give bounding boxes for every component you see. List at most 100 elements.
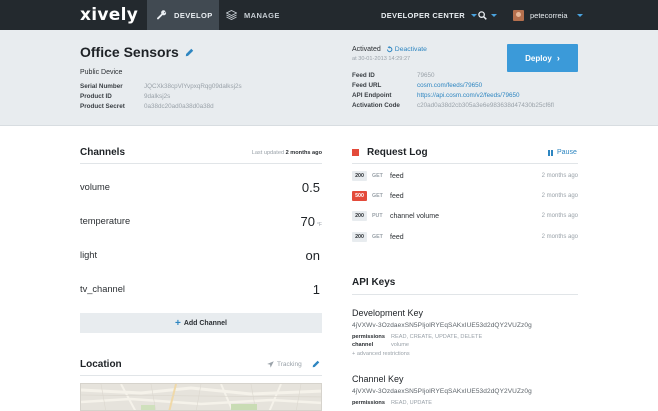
- request-method: GET: [372, 193, 383, 199]
- tab-develop[interactable]: DEVELOP: [147, 0, 219, 30]
- permissions-label: permissions: [352, 400, 385, 406]
- pencil-icon[interactable]: [312, 360, 320, 368]
- map-tiles: [81, 384, 321, 410]
- divider: [352, 294, 578, 295]
- pencil-icon[interactable]: [185, 48, 194, 57]
- add-channel-button[interactable]: + Add Channel: [80, 313, 322, 333]
- serial-number-value: JQCXk38cpVlYvpxqRqg09dalksj2s: [144, 83, 242, 90]
- add-channel-label: Add Channel: [183, 319, 227, 327]
- channel-row[interactable]: tv_channel 1: [80, 272, 322, 306]
- xively-logo[interactable]: xively: [80, 5, 138, 25]
- channel-value: on: [306, 248, 322, 263]
- product-secret-label: Product Secret: [80, 103, 125, 110]
- tracking-label: Tracking: [277, 361, 302, 368]
- username: petecorreia: [530, 10, 568, 20]
- divider: [80, 163, 322, 164]
- request-log-row[interactable]: 500 GET feed 2 months ago: [352, 186, 578, 206]
- chevron-down-icon: [491, 13, 497, 17]
- permissions-value: READ, UPDATE: [391, 400, 432, 406]
- tab-manage-label: MANAGE: [244, 10, 280, 20]
- request-time: 2 months ago: [541, 173, 578, 179]
- channel-value: 0.5: [302, 180, 322, 195]
- request-time: 2 months ago: [541, 234, 578, 240]
- channels-title: Channels: [80, 147, 126, 158]
- channel-name: light: [80, 250, 98, 260]
- request-time: 2 months ago: [541, 193, 578, 199]
- request-log-row[interactable]: 200 PUT channel volume 2 months ago: [352, 206, 578, 226]
- channel-value-number: 1: [312, 281, 320, 297]
- request-method: GET: [372, 173, 383, 179]
- chevron-down-icon: [576, 13, 583, 17]
- api-key-channel: channel volume: [352, 342, 409, 348]
- layers-icon: [226, 10, 237, 20]
- tracking-toggle[interactable]: Tracking: [267, 361, 302, 368]
- recording-indicator-icon: [352, 149, 359, 156]
- search-menu[interactable]: [478, 0, 497, 30]
- feed-id-value: 79650: [417, 72, 435, 79]
- request-time: 2 months ago: [541, 213, 578, 219]
- top-navigation-bar: xively DEVELOP MANAGE DEVELOPER CENTER p…: [0, 0, 658, 30]
- api-key-permissions: permissions READ, CREATE, UPDATE, DELETE: [352, 334, 482, 340]
- feed-url-link[interactable]: cosm.com/feeds/79650: [417, 82, 482, 89]
- request-resource: feed: [390, 192, 404, 200]
- channel-name: tv_channel: [80, 284, 125, 294]
- device-title-text: Office Sensors: [80, 44, 179, 60]
- activation-status: Activated Deactivate: [352, 46, 427, 53]
- request-log-row[interactable]: 200 GET feed 2 months ago: [352, 227, 578, 247]
- tab-develop-label: DEVELOP: [174, 10, 213, 20]
- product-id-value: 9dalksj2s: [144, 93, 171, 100]
- api-key-value[interactable]: 4jVXWv-3OzdaexSN5PIjolRYEqSAKxIUE53d2dQY…: [352, 322, 532, 329]
- channel-row[interactable]: light on: [80, 238, 322, 272]
- deploy-button[interactable]: Deploy ›: [507, 44, 578, 72]
- user-menu[interactable]: petecorreia: [513, 0, 583, 30]
- channel-value-number: on: [305, 247, 320, 263]
- channel-row[interactable]: volume 0.5: [80, 170, 322, 204]
- permissions-label: permissions: [352, 334, 385, 340]
- request-log-row[interactable]: 200 GET feed 2 months ago: [352, 166, 578, 186]
- pause-icon: [548, 149, 554, 156]
- developer-center-label: DEVELOPER CENTER: [381, 10, 465, 20]
- pause-button[interactable]: Pause: [548, 149, 577, 156]
- api-key-name: Channel Key: [352, 374, 404, 384]
- activation-status-text: Activated: [352, 46, 381, 53]
- avatar: [513, 9, 524, 21]
- developer-center-menu[interactable]: DEVELOPER CENTER: [381, 0, 477, 30]
- channel-name: temperature: [80, 216, 131, 226]
- api-endpoint-link[interactable]: https://api.cosm.com/v2/feeds/79650: [417, 92, 520, 99]
- advanced-restrictions-link[interactable]: + advanced restrictions: [352, 351, 410, 357]
- product-id-label: Product ID: [80, 93, 112, 100]
- activation-code-value: c20ad0a38d2cb305a3e6e983638d47430b25cf6f…: [417, 102, 554, 109]
- location-title: Location: [80, 359, 122, 370]
- request-log-title: Request Log: [352, 147, 428, 158]
- activation-code-label: Activation Code: [352, 102, 400, 109]
- channel-name: volume: [80, 182, 110, 192]
- channel-label: channel: [352, 342, 374, 348]
- chevron-right-icon: ›: [556, 53, 560, 63]
- api-keys-title: API Keys: [352, 277, 396, 288]
- activation-code-row: Activation Code c20ad0a38d2cb305a3e6e983…: [352, 102, 554, 109]
- chevron-down-icon: [470, 13, 477, 17]
- feed-id-label: Feed ID: [352, 72, 375, 79]
- feed-id-row: Feed ID 79650: [352, 72, 435, 79]
- channel-value-number: 0.5: [301, 179, 320, 195]
- deactivate-link[interactable]: Deactivate: [386, 46, 427, 53]
- last-updated-prefix: Last updated: [251, 150, 285, 156]
- channel-value: volume: [391, 342, 410, 348]
- pause-label: Pause: [557, 149, 577, 156]
- status-badge: 200: [352, 232, 367, 242]
- request-method: PUT: [372, 213, 383, 219]
- api-key-value[interactable]: 4jVXWv-3OzdaexSN5PIjolRYEqSAKxIUE53d2dQY…: [352, 388, 532, 395]
- api-key-name: Development Key: [352, 308, 424, 318]
- activation-date: at 30-01-2013 14:29:27: [352, 56, 411, 62]
- request-resource: feed: [390, 233, 404, 241]
- divider: [80, 375, 322, 376]
- api-key-permissions: permissions READ, UPDATE: [352, 400, 432, 406]
- wrench-icon: [157, 10, 167, 20]
- deactivate-label: Deactivate: [394, 46, 427, 53]
- channel-row[interactable]: temperature 70 °F: [80, 204, 322, 238]
- tab-manage[interactable]: MANAGE: [222, 0, 282, 30]
- channels-last-updated: Last updated 2 months ago: [230, 150, 322, 156]
- request-resource: channel volume: [390, 212, 440, 220]
- location-map[interactable]: [80, 383, 322, 411]
- api-endpoint-label: API Endpoint: [352, 92, 392, 99]
